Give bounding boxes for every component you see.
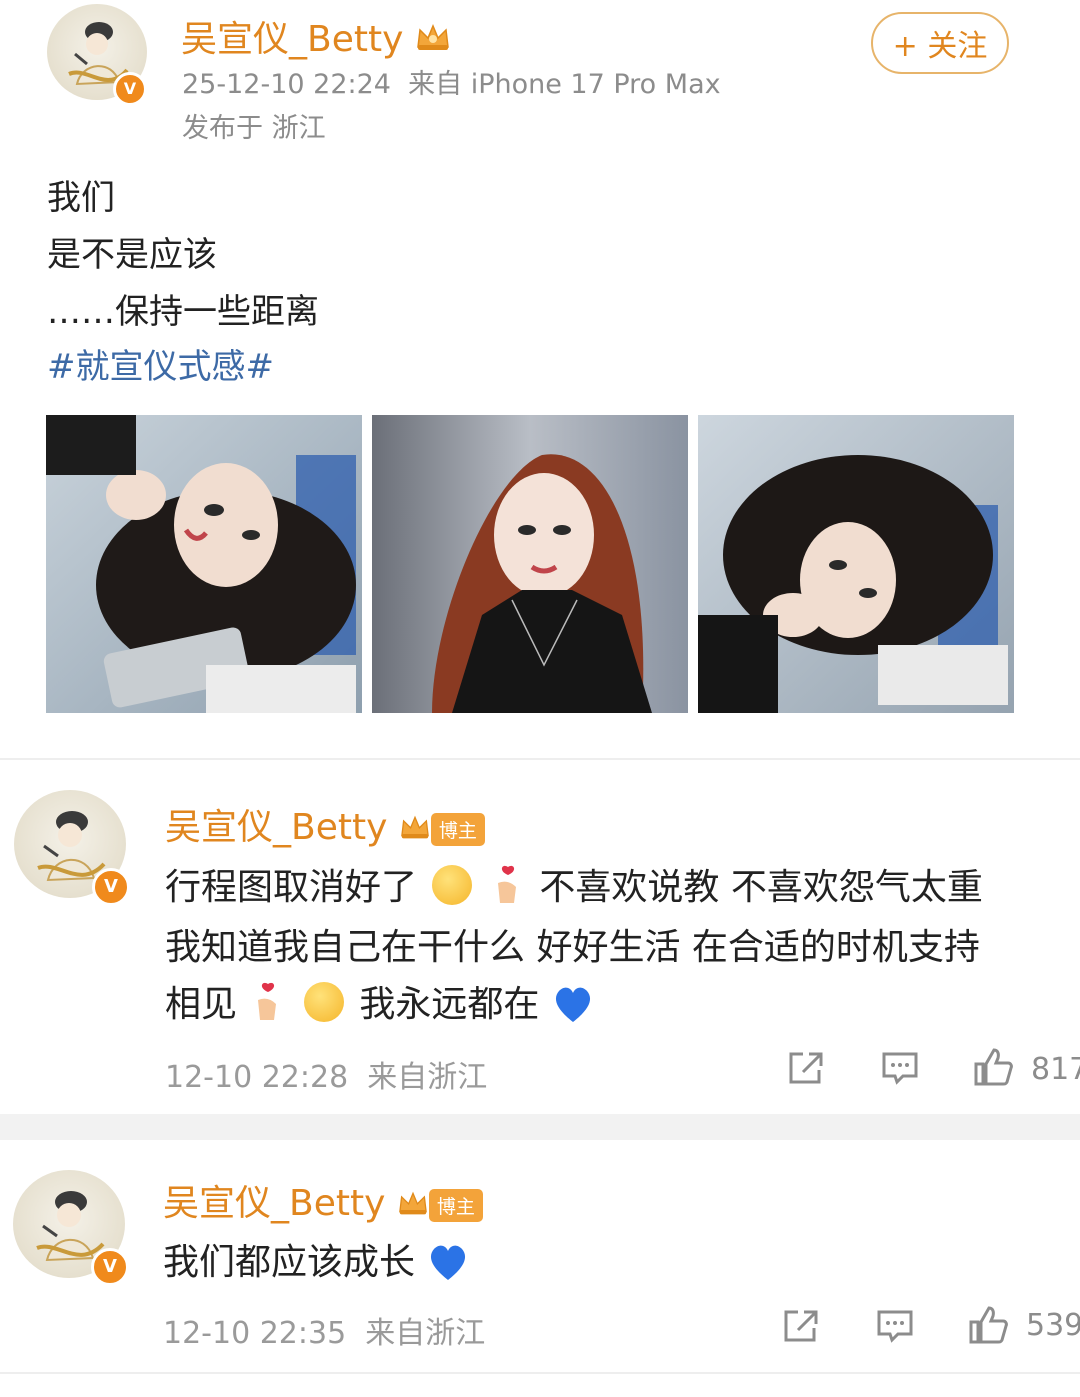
smile-emoji-icon xyxy=(303,982,344,1022)
author-badge: 博主 xyxy=(430,812,485,846)
topic-link[interactable]: #就宣仪式感# xyxy=(47,339,274,388)
section-divider xyxy=(0,758,1080,760)
verified-icon: V xyxy=(91,1248,129,1286)
finger-heart-emoji-icon xyxy=(488,863,528,916)
crown-icon xyxy=(399,809,431,850)
avatar[interactable]: V xyxy=(14,790,130,906)
avatar[interactable]: V xyxy=(13,1170,129,1286)
comment-icon[interactable] xyxy=(881,1050,919,1090)
post-photo-1[interactable] xyxy=(46,415,362,713)
crown-icon xyxy=(397,1185,429,1226)
share-icon[interactable] xyxy=(787,1050,825,1090)
section-divider xyxy=(0,1372,1080,1374)
like-icon[interactable] xyxy=(967,1304,1009,1350)
blue-heart-icon xyxy=(426,1242,470,1291)
comment-author-name[interactable]: 吴宣仪_Betty 博主 xyxy=(163,1174,483,1226)
post-photo-2[interactable] xyxy=(372,415,688,713)
like-icon[interactable] xyxy=(972,1046,1014,1092)
post-author-name[interactable]: 吴宣仪_Betty xyxy=(181,10,451,62)
post-photo-3[interactable] xyxy=(698,415,1014,713)
smile-emoji-icon xyxy=(432,865,473,905)
share-icon[interactable] xyxy=(782,1308,820,1348)
like-count: 817 xyxy=(1031,1052,1080,1087)
author-badge: 博主 xyxy=(428,1188,483,1222)
comment-icon[interactable] xyxy=(876,1308,914,1348)
blue-heart-icon xyxy=(551,984,595,1033)
comment-time-source: 12-10 22:35 来自浙江 xyxy=(163,1316,486,1351)
avatar[interactable]: V xyxy=(47,4,147,106)
section-divider xyxy=(0,1114,1080,1140)
comment-time-source: 12-10 22:28 来自浙江 xyxy=(165,1060,488,1095)
comment-text-line: 相见 我永远都在 xyxy=(165,975,595,1033)
verified-icon: V xyxy=(92,868,130,906)
follow-button[interactable]: + 关注 xyxy=(871,12,1009,74)
post-location: 发布于 浙江 xyxy=(182,113,326,144)
comment-text-line: 我们都应该成长 xyxy=(163,1233,470,1291)
crown-icon xyxy=(415,21,451,62)
comment-text-line: 行程图取消好了 不喜欢说教 不喜欢怨气太重 xyxy=(165,858,983,916)
post-text-line: 我们 xyxy=(47,178,115,218)
finger-heart-emoji-icon xyxy=(248,980,288,1033)
like-count: 539 xyxy=(1026,1308,1080,1343)
verified-icon: V xyxy=(113,72,147,106)
post-text-line: 是不是应该 xyxy=(47,235,217,275)
comment-author-name[interactable]: 吴宣仪_Betty 博主 xyxy=(165,798,485,850)
post-time-source: 25-12-10 22:24 来自 iPhone 17 Pro Max xyxy=(182,69,721,100)
post-text-line: ……保持一些距离 xyxy=(47,292,319,332)
comment-text-line: 我知道我自己在干什么 好好生活 在合适的时机支持 xyxy=(165,927,980,968)
